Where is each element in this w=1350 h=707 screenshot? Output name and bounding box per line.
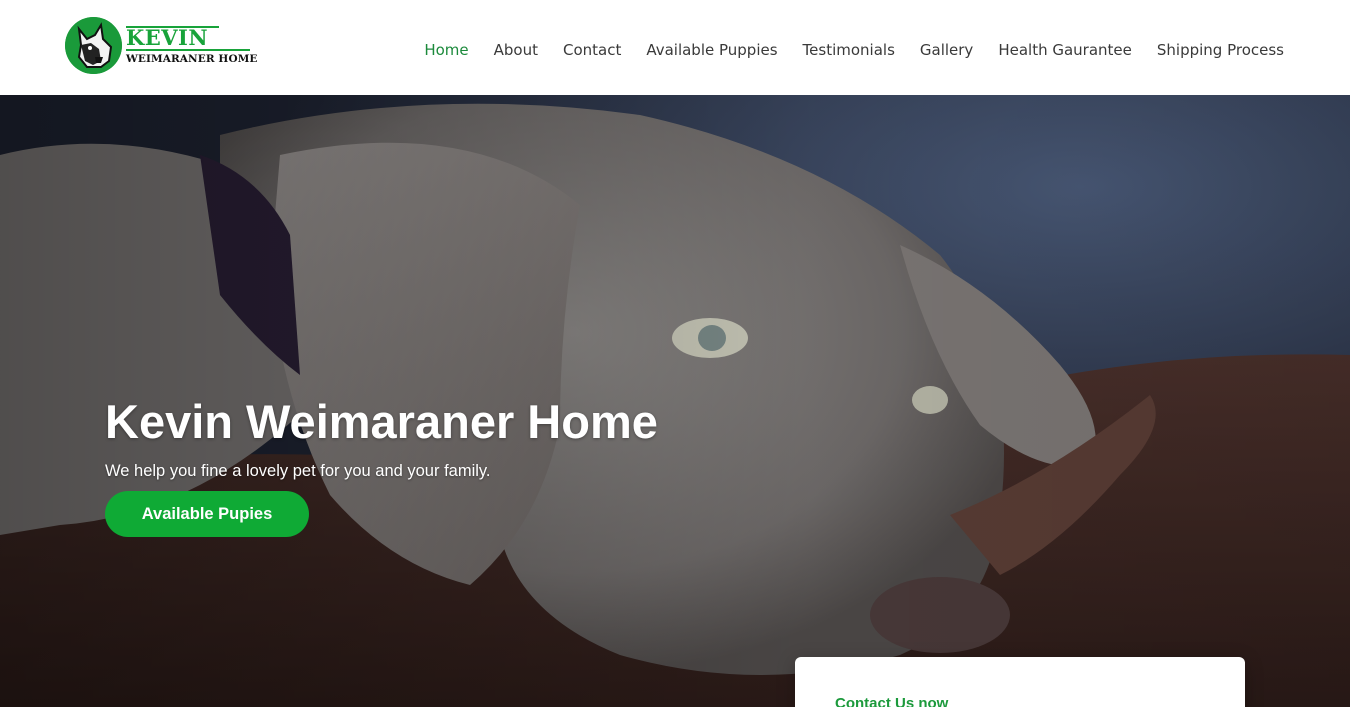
nav-available-puppies[interactable]: Available Puppies bbox=[646, 40, 777, 60]
available-pupies-button[interactable]: Available Pupies bbox=[105, 491, 309, 537]
nav-testimonials[interactable]: Testimonials bbox=[803, 40, 895, 60]
hero-section: Kevin Weimaraner Home We help you fine a… bbox=[0, 95, 1350, 707]
logo-rule-bottom bbox=[126, 49, 250, 51]
site-logo[interactable]: KEVIN WEIMARANER HOME bbox=[65, 17, 265, 77]
hero-subtitle: We help you fine a lovely pet for you an… bbox=[105, 461, 491, 480]
dog-head-logo-icon bbox=[65, 17, 122, 74]
contact-card: Contact Us now bbox=[795, 657, 1245, 707]
nav-about[interactable]: About bbox=[494, 40, 538, 60]
logo-tagline: WEIMARANER HOME bbox=[126, 53, 258, 65]
site-header: KEVIN WEIMARANER HOME Home About Contact… bbox=[0, 0, 1350, 95]
nav-contact[interactable]: Contact bbox=[563, 40, 621, 60]
nav-home[interactable]: Home bbox=[424, 40, 468, 60]
logo-title: KEVIN bbox=[126, 25, 209, 50]
contact-card-title: Contact Us now bbox=[835, 695, 949, 707]
main-nav: Home About Contact Available Puppies Tes… bbox=[424, 40, 1284, 60]
hero-title: Kevin Weimaraner Home bbox=[105, 395, 658, 449]
nav-shipping-process[interactable]: Shipping Process bbox=[1157, 40, 1284, 60]
nav-gallery[interactable]: Gallery bbox=[920, 40, 973, 60]
nav-health-guarantee[interactable]: Health Gaurantee bbox=[998, 40, 1132, 60]
